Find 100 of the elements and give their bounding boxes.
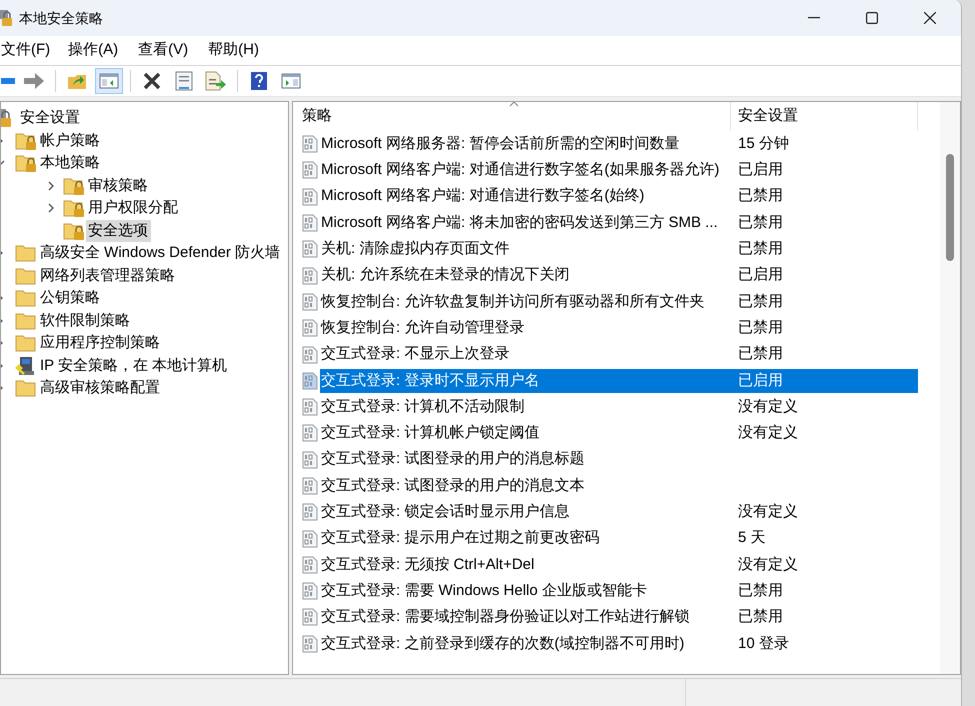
locked-folder-icon bbox=[15, 153, 37, 174]
table-row[interactable]: 交互式登录: 需要域控制器身份验证以对工作站进行解锁 已禁用 bbox=[320, 605, 918, 630]
table-row[interactable]: Microsoft 网络客户端: 对通信进行数字签名(如果服务器允许) 已启用 bbox=[320, 158, 918, 182]
table-row[interactable]: 交互式登录: 之前登录到缓存的次数(域控制器不可用时) 10 登录 bbox=[320, 632, 918, 656]
table-row[interactable]: 交互式登录: 提示用户在过期之前更改密码 5 天 bbox=[320, 526, 918, 551]
setting-value: 5 天 bbox=[738, 528, 766, 548]
policy-name: 关机: 清除虚拟内存页面文件 bbox=[320, 239, 510, 260]
policy-icon bbox=[302, 634, 318, 653]
locked-folder-icon bbox=[63, 198, 85, 218]
table-row[interactable]: 交互式登录: 登录时不显示用户名 已启用 bbox=[320, 368, 918, 393]
setting-value: 没有定义 bbox=[738, 502, 798, 522]
scrollbar[interactable] bbox=[940, 102, 960, 674]
setting-value: 已禁用 bbox=[738, 344, 783, 364]
tree-item[interactable]: 软件限制策略 bbox=[40, 310, 130, 332]
policy-name: Microsoft 网络客户端: 对通信进行数字签名(如果服务器允许) bbox=[320, 160, 720, 180]
policy-name: 恢复控制台: 允许自动管理登录 bbox=[320, 318, 526, 338]
tree-item[interactable]: 应用程序控制策略 bbox=[40, 332, 160, 354]
locked-folder-icon bbox=[63, 176, 85, 196]
lock-server-icon bbox=[0, 9, 14, 27]
menu-item[interactable]: 帮助(H) bbox=[208, 38, 259, 64]
policy-icon bbox=[302, 608, 318, 626]
policy-name: 关机: 允许系统在未登录的情况下关闭 bbox=[320, 265, 570, 286]
folder-icon bbox=[15, 310, 37, 331]
policy-name: 交互式登录: 计算机不活动限制 bbox=[320, 396, 526, 417]
scrollbar-thumb[interactable] bbox=[946, 154, 954, 261]
table-row[interactable]: 交互式登录: 锁定会话时显示用户信息 没有定义 bbox=[320, 500, 918, 524]
column-header[interactable]: 策略 bbox=[293, 102, 731, 131]
policy-icon bbox=[302, 161, 318, 180]
tree-item[interactable]: 帐户策略 bbox=[40, 130, 100, 152]
tree-item[interactable]: 高级审核策略配置 bbox=[40, 377, 160, 400]
setting-value: 已禁用 bbox=[738, 186, 783, 206]
tree-item[interactable]: 网络列表管理器策略 bbox=[40, 264, 175, 287]
policy-name: 交互式登录: 之前登录到缓存的次数(域控制器不可用时) bbox=[320, 634, 686, 654]
table-row[interactable]: 交互式登录: 试图登录的用户的消息标题 bbox=[320, 448, 918, 472]
policy-name: 交互式登录: 不显示上次登录 bbox=[320, 344, 510, 364]
policy-icon bbox=[302, 346, 318, 364]
tree-pane-icon[interactable] bbox=[95, 68, 123, 94]
policy-icon bbox=[302, 240, 318, 258]
folder-icon bbox=[15, 266, 37, 286]
menu-item[interactable]: 操作(A) bbox=[68, 38, 118, 64]
policy-icon bbox=[302, 582, 318, 600]
table-row[interactable]: Microsoft 网络服务器: 暂停会话前所需的空闲时间数量 15 分钟 bbox=[320, 132, 918, 156]
table-row[interactable]: Microsoft 网络客户端: 对通信进行数字签名(始终) 已禁用 bbox=[320, 184, 918, 209]
policy-icon bbox=[302, 266, 318, 285]
table-row[interactable]: 恢复控制台: 允许自动管理登录 已禁用 bbox=[320, 316, 918, 340]
setting-value: 没有定义 bbox=[738, 396, 798, 417]
policy-name: 交互式登录: 试图登录的用户的消息标题 bbox=[320, 449, 586, 470]
table-row[interactable]: 交互式登录: 无须按 Ctrl+Alt+Del 没有定义 bbox=[320, 552, 918, 577]
table-row[interactable]: 关机: 允许系统在未登录的情况下关闭 已启用 bbox=[320, 264, 918, 288]
locked-folder-icon bbox=[63, 220, 85, 241]
table-row[interactable]: 交互式登录: 试图登录的用户的消息文本 bbox=[320, 474, 918, 498]
network-computer-icon bbox=[15, 354, 37, 377]
setting-value: 已启用 bbox=[738, 265, 783, 286]
table-row[interactable]: 交互式登录: 需要 Windows Hello 企业版或智能卡 已禁用 bbox=[320, 579, 918, 604]
policy-icon bbox=[302, 530, 318, 548]
setting-value: 已禁用 bbox=[738, 580, 783, 601]
table-row[interactable]: Microsoft 网络客户端: 将未加密的密码发送到第三方 SMB ... 已禁用 bbox=[320, 211, 918, 236]
minimize-icon bbox=[808, 17, 820, 19]
folder-icon bbox=[15, 333, 37, 354]
table-row[interactable]: 交互式登录: 不显示上次登录 已禁用 bbox=[320, 342, 918, 367]
table-row[interactable]: 交互式登录: 计算机帐户锁定阈值 没有定义 bbox=[320, 421, 918, 446]
policy-name: 交互式登录: 锁定会话时显示用户信息 bbox=[320, 502, 570, 522]
policy-name: 交互式登录: 无须按 Ctrl+Alt+Del bbox=[320, 554, 536, 575]
policy-icon bbox=[302, 319, 318, 338]
folder-icon bbox=[15, 288, 37, 308]
policy-icon bbox=[302, 372, 318, 390]
policy-icon bbox=[302, 135, 318, 154]
table-row[interactable]: 交互式登录: 计算机不活动限制 没有定义 bbox=[320, 395, 918, 420]
setting-value: 15 分钟 bbox=[738, 134, 789, 154]
setting-value: 10 登录 bbox=[738, 634, 789, 654]
policy-name: 交互式登录: 需要 Windows Hello 企业版或智能卡 bbox=[320, 580, 648, 601]
policy-icon bbox=[302, 450, 318, 469]
policy-name: Microsoft 网络客户端: 将未加密的密码发送到第三方 SMB ... bbox=[320, 212, 719, 233]
policy-icon bbox=[302, 424, 318, 442]
locked-folder-icon bbox=[15, 130, 37, 151]
setting-value: 没有定义 bbox=[738, 554, 798, 575]
tree-item[interactable]: 用户权限分配 bbox=[88, 197, 178, 220]
tree-item[interactable]: 安全选项 bbox=[86, 220, 151, 242]
tree-item[interactable]: 审核策略 bbox=[88, 174, 148, 197]
policy-name: Microsoft 网络服务器: 暂停会话前所需的空闲时间数量 bbox=[320, 134, 680, 154]
policy-icon bbox=[302, 477, 318, 495]
policy-name: 交互式登录: 计算机帐户锁定阈值 bbox=[320, 423, 540, 444]
column-header[interactable]: 安全设置 bbox=[731, 102, 918, 131]
policy-icon bbox=[302, 556, 318, 574]
menu-item[interactable]: 查看(V) bbox=[138, 38, 188, 64]
tree-item[interactable]: IP 安全策略，在 本地计算机 bbox=[40, 354, 228, 377]
policy-icon bbox=[302, 188, 318, 206]
tree-item[interactable]: 公钥策略 bbox=[40, 287, 100, 310]
tree-item[interactable]: 本地策略 bbox=[40, 152, 100, 174]
setting-value: 已禁用 bbox=[738, 239, 783, 260]
policy-icon bbox=[302, 214, 318, 232]
policy-name: 恢复控制台: 允许软盘复制并访问所有驱动器和所有文件夹 bbox=[320, 292, 706, 312]
table-row[interactable]: 关机: 清除虚拟内存页面文件 已禁用 bbox=[320, 237, 918, 262]
tree-item[interactable]: 安全设置 bbox=[20, 107, 80, 130]
policy-name: 交互式登录: 需要域控制器身份验证以对工作站进行解锁 bbox=[320, 607, 690, 628]
maximize-icon bbox=[866, 12, 878, 24]
tree-item[interactable]: 高级安全 Windows Defender 防火墙 bbox=[40, 242, 280, 264]
sort-ascending-icon bbox=[509, 102, 519, 107]
menu-item[interactable]: 文件(F) bbox=[1, 38, 50, 64]
table-row[interactable]: 恢复控制台: 允许软盘复制并访问所有驱动器和所有文件夹 已禁用 bbox=[320, 290, 918, 314]
